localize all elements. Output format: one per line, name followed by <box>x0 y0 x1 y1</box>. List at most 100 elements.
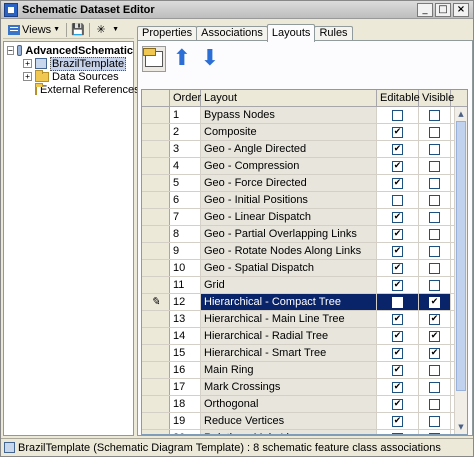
vertical-scrollbar[interactable]: ▲ ▼ <box>454 107 467 434</box>
chevron-down-icon[interactable]: ▼ <box>112 26 119 33</box>
row-selector[interactable] <box>142 345 170 361</box>
editable-checkbox[interactable]: ✔ <box>392 347 403 359</box>
editable-checkbox[interactable] <box>392 194 403 206</box>
visible-checkbox[interactable] <box>429 415 440 427</box>
editable-checkbox[interactable] <box>392 296 403 308</box>
move-up-button[interactable]: ⬆ <box>170 46 194 72</box>
visible-checkbox[interactable] <box>429 109 440 121</box>
row-selector[interactable] <box>142 158 170 174</box>
expand-icon[interactable]: + <box>23 59 32 68</box>
visible-checkbox[interactable] <box>429 381 440 393</box>
visible-checkbox[interactable] <box>429 364 440 376</box>
scroll-up-icon[interactable]: ▲ <box>456 108 466 120</box>
table-row[interactable]: 1 Bypass Nodes <box>142 107 467 124</box>
row-selector[interactable] <box>142 379 170 395</box>
collapse-icon[interactable]: − <box>7 46 14 55</box>
visible-checkbox[interactable] <box>429 194 440 206</box>
row-selector[interactable] <box>142 124 170 140</box>
visible-checkbox[interactable] <box>429 126 440 138</box>
move-down-button[interactable]: ⬇ <box>198 46 222 72</box>
table-row[interactable]: 18 Orthogonal ✔ <box>142 396 467 413</box>
order-column-header[interactable]: Order <box>170 90 201 106</box>
editable-checkbox[interactable]: ✔ <box>392 381 403 393</box>
row-selector[interactable] <box>142 226 170 242</box>
row-selector[interactable] <box>142 243 170 259</box>
table-row[interactable]: 5 Geo - Force Directed ✔ <box>142 175 467 192</box>
table-row[interactable]: 8 Geo - Partial Overlapping Links ✔ <box>142 226 467 243</box>
editable-checkbox[interactable]: ✔ <box>392 432 403 434</box>
editable-checkbox[interactable]: ✔ <box>392 262 403 274</box>
scroll-down-icon[interactable]: ▼ <box>456 421 466 433</box>
editable-checkbox[interactable] <box>392 109 403 121</box>
row-selector[interactable] <box>142 175 170 191</box>
row-selector[interactable]: ✎ <box>142 294 170 310</box>
visible-checkbox[interactable]: ✔ <box>429 330 440 342</box>
editable-checkbox[interactable]: ✔ <box>392 143 403 155</box>
tab-associations[interactable]: Associations <box>196 26 268 41</box>
scrollbar-thumb[interactable] <box>456 121 466 391</box>
visible-checkbox[interactable]: ✔ <box>429 313 440 325</box>
editable-checkbox[interactable]: ✔ <box>392 177 403 189</box>
maximize-button[interactable]: □ <box>435 2 451 17</box>
row-selector[interactable] <box>142 260 170 276</box>
table-row[interactable]: 10 Geo - Spatial Dispatch ✔ <box>142 260 467 277</box>
minimize-button[interactable]: _ <box>417 2 433 17</box>
editable-checkbox[interactable]: ✔ <box>392 228 403 240</box>
row-selector[interactable] <box>142 192 170 208</box>
editable-checkbox[interactable]: ✔ <box>392 313 403 325</box>
row-selector[interactable] <box>142 362 170 378</box>
table-row[interactable]: 11 Grid ✔ <box>142 277 467 294</box>
tab-layouts[interactable]: Layouts <box>266 24 316 42</box>
table-row[interactable]: 19 Reduce Vertices ✔ <box>142 413 467 430</box>
table-row[interactable]: 15 Hierarchical - Smart Tree ✔ ✔ <box>142 345 467 362</box>
table-row[interactable]: 2 Composite ✔ <box>142 124 467 141</box>
table-row[interactable]: 16 Main Ring ✔ <box>142 362 467 379</box>
tab-properties[interactable]: Properties <box>137 26 198 41</box>
table-row[interactable]: 4 Geo - Compression ✔ <box>142 158 467 175</box>
visible-checkbox[interactable] <box>429 245 440 257</box>
table-row[interactable]: 9 Geo - Rotate Nodes Along Links ✔ <box>142 243 467 260</box>
row-selector[interactable] <box>142 413 170 429</box>
editable-checkbox[interactable]: ✔ <box>392 211 403 223</box>
tree-root[interactable]: − AdvancedSchematic <box>4 44 133 57</box>
row-selector[interactable] <box>142 328 170 344</box>
schematic-tree[interactable]: − AdvancedSchematic + BrazilTemplate + D… <box>3 41 140 436</box>
table-row[interactable]: 13 Hierarchical - Main Line Tree ✔ ✔ <box>142 311 467 328</box>
editable-checkbox[interactable]: ✔ <box>392 279 403 291</box>
row-selector[interactable] <box>142 396 170 412</box>
row-selector[interactable] <box>142 277 170 293</box>
row-selector[interactable] <box>142 430 170 434</box>
visible-checkbox[interactable] <box>429 211 440 223</box>
tree-item-data-sources[interactable]: + Data Sources <box>4 69 133 83</box>
editable-checkbox[interactable]: ✔ <box>392 415 403 427</box>
layout-column-header[interactable]: Layout <box>201 90 377 106</box>
layouts-grid[interactable]: Order Layout Editable Visible 1 Bypass No… <box>141 89 468 435</box>
visible-checkbox[interactable] <box>429 160 440 172</box>
editable-checkbox[interactable]: ✔ <box>392 398 403 410</box>
table-row[interactable]: 3 Geo - Angle Directed ✔ <box>142 141 467 158</box>
visible-checkbox[interactable] <box>429 177 440 189</box>
visible-checkbox[interactable] <box>429 398 440 410</box>
editable-checkbox[interactable]: ✔ <box>392 330 403 342</box>
table-row[interactable]: 6 Geo - Initial Positions <box>142 192 467 209</box>
close-button[interactable]: × <box>453 2 469 17</box>
table-row[interactable]: ✎ 12 Hierarchical - Compact Tree ✔ <box>142 294 467 311</box>
editable-checkbox[interactable]: ✔ <box>392 245 403 257</box>
expand-icon[interactable]: + <box>23 72 32 81</box>
visible-checkbox[interactable] <box>429 228 440 240</box>
visible-checkbox[interactable] <box>429 432 440 434</box>
open-layout-button[interactable] <box>142 46 166 72</box>
editable-checkbox[interactable]: ✔ <box>392 126 403 138</box>
editable-checkbox[interactable]: ✔ <box>392 160 403 172</box>
save-icon[interactable]: 💾 <box>70 23 86 37</box>
visible-checkbox[interactable] <box>429 279 440 291</box>
table-row[interactable]: 20Relative - Main Line ✔ <box>142 430 467 434</box>
visible-checkbox[interactable] <box>429 143 440 155</box>
table-row[interactable]: 7 Geo - Linear Dispatch ✔ <box>142 209 467 226</box>
visible-checkbox[interactable] <box>429 262 440 274</box>
views-dropdown[interactable]: Views ▼ <box>5 23 63 37</box>
editable-column-header[interactable]: Editable <box>377 90 420 106</box>
visible-checkbox[interactable]: ✔ <box>429 347 440 359</box>
visible-column-header[interactable]: Visible <box>419 90 454 106</box>
editable-checkbox[interactable]: ✔ <box>392 364 403 376</box>
